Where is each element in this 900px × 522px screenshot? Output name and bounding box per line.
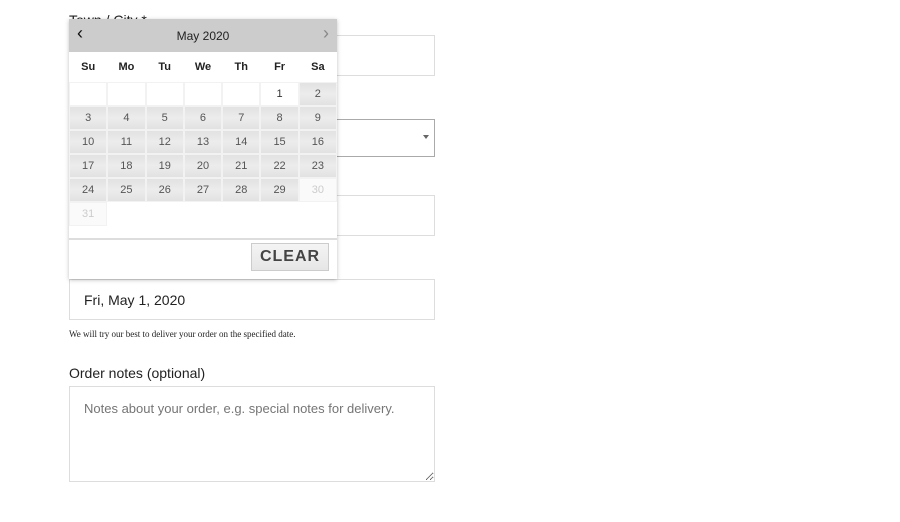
weekday-header: Fr bbox=[274, 61, 286, 73]
clear-button[interactable]: CLEAR bbox=[251, 243, 329, 271]
day-cell: 15 bbox=[260, 130, 299, 154]
day-cell: 5 bbox=[145, 106, 184, 130]
date-hint: We will try our best to deliver your ord… bbox=[69, 329, 296, 339]
day-cell: 10 bbox=[69, 130, 108, 154]
empty-cell bbox=[69, 82, 108, 106]
weekday-header: Su bbox=[81, 61, 96, 73]
day-cell: 8 bbox=[260, 106, 299, 130]
day-cell: 4 bbox=[107, 106, 146, 130]
day-cell: 26 bbox=[145, 178, 184, 202]
day-cell: 14 bbox=[222, 130, 261, 154]
chevron-left-icon[interactable]: ‹ bbox=[77, 19, 83, 47]
day-cell: 7 bbox=[222, 106, 261, 130]
empty-cell bbox=[107, 82, 146, 106]
day-cell: 20 bbox=[183, 154, 223, 178]
chevron-right-icon[interactable]: › bbox=[323, 19, 329, 47]
calendar-header: ‹ May 2020 › bbox=[69, 19, 337, 52]
chevron-down-icon bbox=[423, 135, 429, 139]
day-cell: 30 bbox=[298, 178, 337, 202]
empty-cell bbox=[222, 82, 261, 106]
day-cell: 16 bbox=[298, 130, 337, 154]
day-cell: 17 bbox=[69, 154, 108, 178]
empty-cell bbox=[145, 82, 184, 106]
day-cell: 23 bbox=[298, 154, 337, 178]
day-cell: 12 bbox=[145, 130, 184, 154]
day-cell: 31 bbox=[69, 202, 108, 226]
empty-cell bbox=[183, 82, 223, 106]
weekday-header: Tu bbox=[158, 61, 172, 73]
divider bbox=[69, 238, 337, 240]
day-cell: 22 bbox=[260, 154, 299, 178]
day-cell: 2 bbox=[298, 82, 337, 106]
day-cell: 9 bbox=[298, 106, 337, 130]
day-cell: 27 bbox=[183, 178, 223, 202]
day-cell: 6 bbox=[183, 106, 223, 130]
day-cell: 13 bbox=[183, 130, 223, 154]
day-cell: 18 bbox=[107, 154, 146, 178]
day-cell: 24 bbox=[69, 178, 108, 202]
day-cell: 11 bbox=[107, 130, 146, 154]
day-cell: 25 bbox=[107, 178, 146, 202]
weekday-header: We bbox=[194, 61, 212, 73]
day-cell: 3 bbox=[69, 106, 108, 130]
month-label: May 2020 bbox=[176, 29, 230, 43]
day-cell: 19 bbox=[145, 154, 184, 178]
date-picker-popup: ‹ May 2020 › Su Mo Tu We Th Fr Sa 1 2 3 4 5 6 7 8 9 10 1… bbox=[69, 19, 337, 279]
delivery-date-input[interactable]: Fri, May 1, 2020 bbox=[69, 279, 435, 320]
order-notes-textarea[interactable] bbox=[69, 386, 435, 482]
day-cell: 29 bbox=[260, 178, 299, 202]
weekday-header: Mo bbox=[118, 61, 135, 73]
day-cell[interactable]: 1 bbox=[260, 82, 299, 106]
order-notes-label: Order notes (optional) bbox=[69, 365, 206, 381]
weekday-header: Sa bbox=[311, 61, 325, 73]
day-cell: 21 bbox=[222, 154, 261, 178]
day-cell: 28 bbox=[222, 178, 261, 202]
weekday-header: Th bbox=[234, 61, 248, 73]
